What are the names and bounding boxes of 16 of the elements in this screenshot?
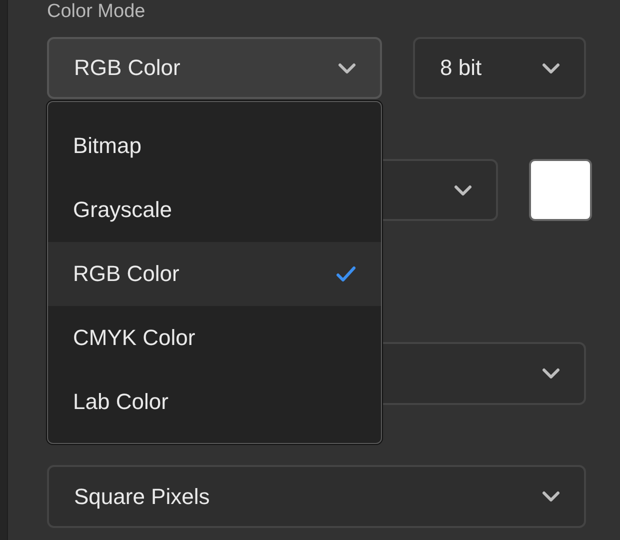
menu-item[interactable]: Grayscale: [48, 178, 381, 242]
color-mode-dropdown[interactable]: RGB Color: [47, 37, 382, 99]
chevron-down-icon: [542, 368, 560, 379]
field-label: Color Mode: [47, 0, 146, 24]
color-swatch[interactable]: [529, 159, 592, 221]
checkmark-icon: [336, 266, 356, 282]
menu-item[interactable]: CMYK Color: [48, 306, 381, 370]
bit-depth-dropdown[interactable]: 8 bit: [413, 37, 586, 99]
menu-item[interactable]: RGB Color: [48, 242, 381, 306]
chevron-down-icon: [454, 184, 472, 196]
chevron-down-icon: [542, 491, 560, 502]
chevron-down-icon: [338, 62, 356, 74]
menu-item[interactable]: Bitmap: [48, 114, 381, 178]
menu-item[interactable]: Lab Color: [48, 370, 381, 434]
chevron-down-icon: [542, 62, 560, 74]
pixel-aspect-dropdown[interactable]: Square Pixels: [47, 465, 586, 528]
